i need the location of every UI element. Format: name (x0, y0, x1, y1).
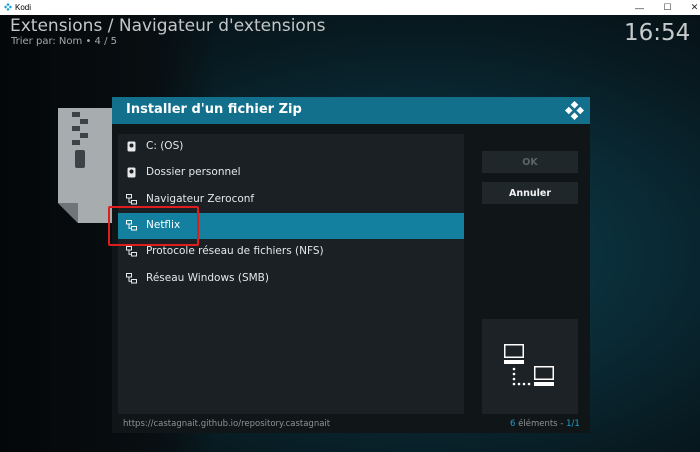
dialog-header: Installer d'un fichier Zip (112, 97, 590, 124)
kodi-logo-icon (565, 101, 584, 120)
drive-icon (127, 141, 136, 152)
minimize-button[interactable]: — (627, 0, 652, 15)
clock: 16:54 (624, 20, 691, 46)
window-titlebar: Kodi — ☐ ✕ (0, 0, 700, 15)
list-item-label: Navigateur Zeroconf (146, 193, 255, 205)
item-preview (482, 319, 578, 414)
page-title: Extensions / Navigateur d'extensions (10, 16, 326, 36)
network-computers-icon (504, 344, 554, 386)
dialog-title: Installer d'un fichier Zip (126, 102, 302, 117)
list-item-label: C: (OS) (146, 140, 184, 152)
current-path: https://castagnait.github.io/repository.… (123, 419, 331, 429)
kodi-logo-icon (4, 3, 12, 11)
install-zip-dialog: Installer d'un fichier Zip C: (OS) Dossi… (112, 97, 590, 433)
network-icon (126, 246, 137, 257)
page-indicator: 1/1 (566, 419, 580, 429)
highlight-box (108, 206, 199, 246)
maximize-button[interactable]: ☐ (655, 0, 680, 15)
list-item-home[interactable]: Dossier personnel (118, 160, 464, 186)
item-count: 6 éléments - 1/1 (510, 419, 580, 429)
list-item-label: Dossier personnel (146, 166, 241, 178)
sort-info: Trier par: Nom • 4 / 5 (11, 36, 117, 47)
home-drive-icon (127, 167, 136, 178)
list-item-label: Protocole réseau de fichiers (NFS) (146, 245, 324, 257)
list-item-c-drive[interactable]: C: (OS) (118, 134, 464, 160)
window-title: Kodi (15, 3, 32, 12)
close-button[interactable]: ✕ (682, 0, 700, 15)
network-icon (126, 273, 137, 284)
cancel-button[interactable]: Annuler (482, 182, 578, 204)
list-item-smb[interactable]: Réseau Windows (SMB) (118, 266, 464, 292)
kodi-stage: Extensions / Navigateur d'extensions Tri… (0, 15, 700, 452)
network-icon (126, 194, 137, 205)
ok-button[interactable]: OK (482, 151, 578, 173)
source-list: C: (OS) Dossier personnel Navigateur Zer… (118, 134, 464, 414)
item-count-label: éléments - (515, 419, 567, 429)
list-item-label: Réseau Windows (SMB) (146, 272, 269, 284)
